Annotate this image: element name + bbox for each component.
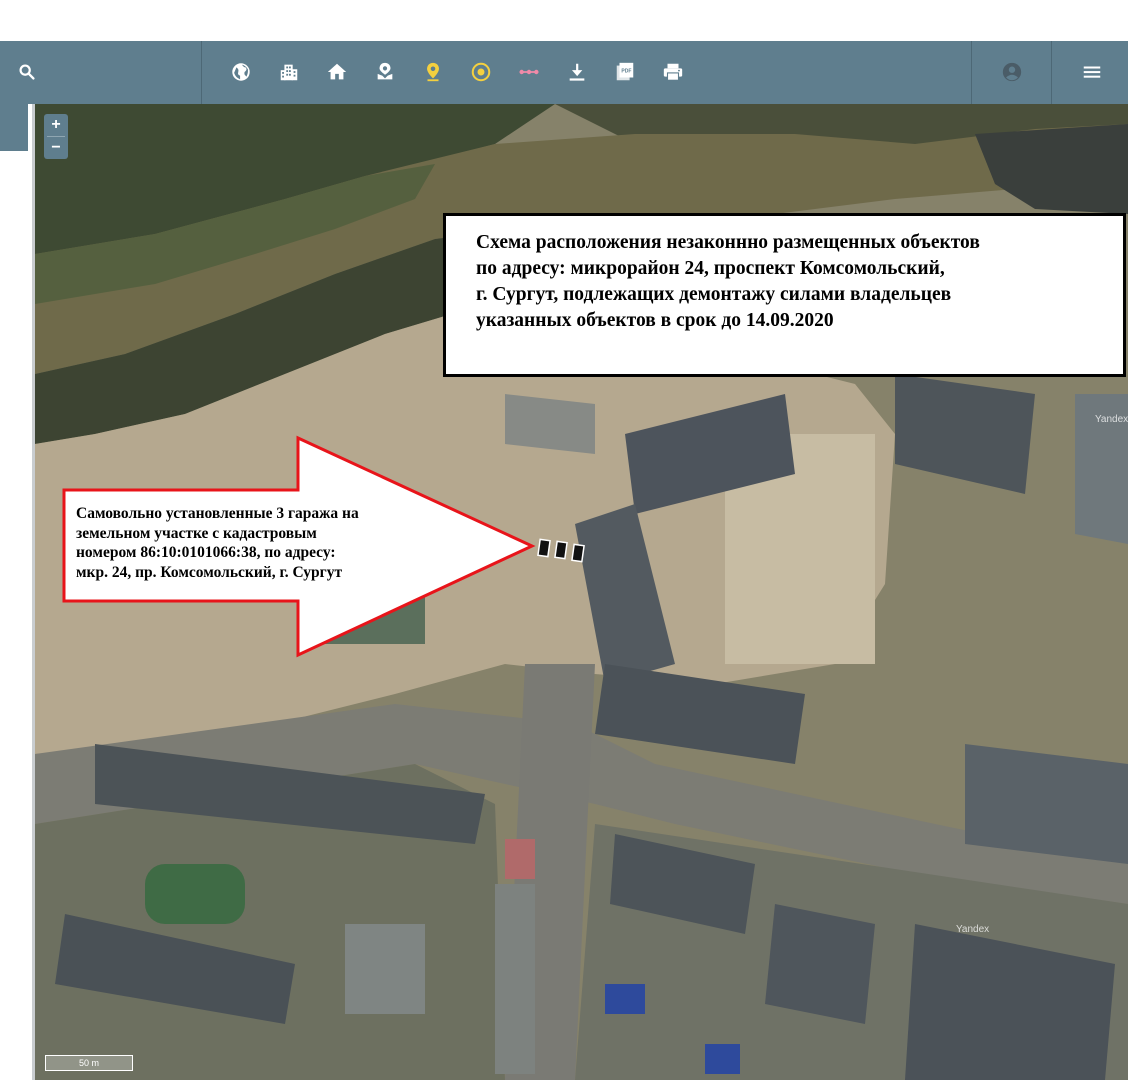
- search-icon[interactable]: [10, 55, 44, 89]
- zoom-controls: + −: [44, 114, 68, 159]
- buildings-icon[interactable]: [272, 55, 306, 89]
- callout-line: мкр. 24, пр. Комсомольский, г. Сургут: [76, 563, 343, 581]
- callout-line: земельном участке с кадастровым: [76, 524, 317, 542]
- side-panel-toggle[interactable]: [0, 104, 28, 151]
- title-line: по адресу: микрорайон 24, проспект Комсо…: [476, 258, 945, 279]
- zoom-out-button[interactable]: −: [44, 137, 68, 159]
- parcel-icon[interactable]: [368, 55, 402, 89]
- map-watermark: Yandex: [956, 924, 990, 935]
- title-line: указанных объектов в срок до 14.09.2020: [476, 310, 834, 331]
- title-line: г. Сургут, подлежащих демонтажу силами в…: [476, 284, 952, 305]
- account-icon[interactable]: [995, 55, 1029, 89]
- callout-line: Самовольно установленные 3 гаража на: [76, 505, 359, 522]
- toolbar: PDF: [0, 41, 1128, 104]
- home-icon[interactable]: [320, 55, 354, 89]
- callout-line: номером 86:10:0101066:38, по адресу:: [76, 544, 336, 561]
- title-annotation-text: Схема расположения незаконнно размещенны…: [476, 230, 1116, 334]
- pin-icon[interactable]: [416, 55, 450, 89]
- scale-label: 50 m: [79, 1058, 100, 1068]
- globe-icon[interactable]: [224, 55, 258, 89]
- target-icon[interactable]: [464, 55, 498, 89]
- zoom-in-button[interactable]: +: [44, 114, 68, 136]
- measure-line-icon[interactable]: [512, 55, 546, 89]
- scale-bar: 50 m: [45, 1055, 133, 1071]
- pdf-icon[interactable]: PDF: [608, 55, 642, 89]
- svg-text:PDF: PDF: [621, 68, 631, 74]
- download-icon[interactable]: [560, 55, 594, 89]
- print-icon[interactable]: [656, 55, 690, 89]
- menu-icon[interactable]: [1075, 55, 1109, 89]
- map-watermark: Yandex: [1095, 414, 1128, 425]
- title-annotation-box: Схема расположения незаконнно размещенны…: [443, 213, 1126, 377]
- title-line: Схема расположения незаконнно размещенны…: [476, 232, 980, 253]
- callout-text: Самовольно установленные 3 гаража на зем…: [76, 504, 456, 582]
- side-panel: [0, 104, 35, 1080]
